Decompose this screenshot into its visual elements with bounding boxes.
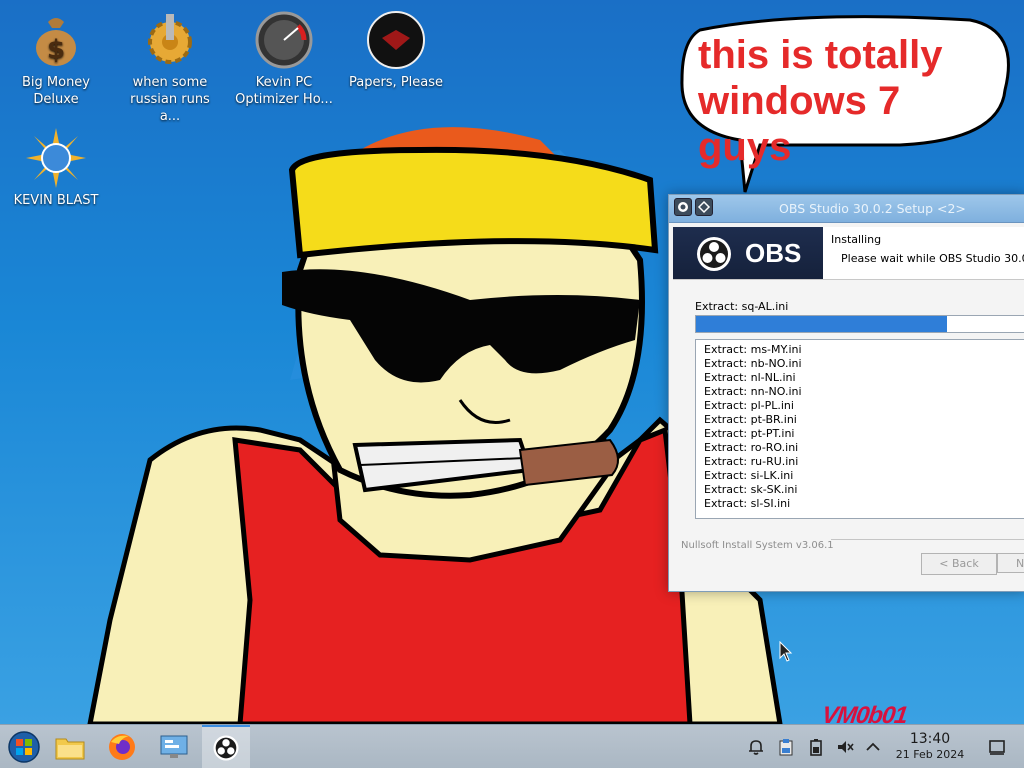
install-log-list[interactable]: Extract: ms-MY.ini Extract: nb-NO.ini Extr… (695, 339, 1024, 519)
clock-time[interactable]: 13:40 (880, 731, 980, 747)
money-bag-icon: $ (26, 10, 86, 70)
mouse-cursor-icon (779, 641, 793, 662)
taskbar-obs[interactable] (202, 725, 250, 768)
clock-date[interactable]: 21 Feb 2024 (880, 748, 980, 761)
obs-logo-icon (697, 237, 731, 271)
log-entry: Extract: nn-NO.ini (704, 385, 802, 398)
desktop-icon-papers-please[interactable]: Papers, Please (346, 10, 446, 91)
window-title: OBS Studio 30.0.2 Setup <2> (779, 201, 966, 216)
control-panel-icon (160, 735, 188, 758)
clipboard-icon[interactable] (777, 738, 795, 756)
header-title: Installing (831, 233, 882, 246)
start-button[interactable] (0, 725, 48, 768)
speech-bubble-text: this is totally windows 7 guys (698, 33, 943, 169)
desktop-icon-kevin-pc-optimizer[interactable]: Kevin PC Optimizer Ho... (234, 10, 334, 108)
papers-please-icon (366, 10, 426, 70)
installer-header: OBS Installing Please wait while OBS Stu… (673, 227, 1024, 280)
log-entry: Extract: si-LK.ini (704, 469, 794, 482)
desktop: $ Big Money Deluxe when some russian run… (0, 0, 1024, 724)
current-extract-label: Extract: sq-AL.ini (695, 300, 789, 313)
progress-fill (696, 316, 947, 332)
firefox-icon (109, 734, 135, 760)
start-orb-icon (8, 731, 40, 763)
obs-icon (213, 735, 239, 761)
taskbar-firefox[interactable] (98, 725, 146, 768)
log-entry: Extract: ms-MY.ini (704, 343, 802, 356)
watermark: VM0b01 (820, 702, 909, 724)
log-entry: Extract: sk-SK.ini (704, 483, 798, 496)
notifications-icon[interactable] (747, 738, 765, 756)
show-desktop-icon[interactable] (988, 738, 1006, 756)
back-button[interactable]: < Back (921, 553, 997, 575)
log-entry: Extract: pl-PL.ini (704, 399, 794, 412)
install-progress-bar (695, 315, 1024, 333)
log-entry: Extract: sl-SI.ini (704, 497, 791, 510)
obs-logo-text: OBS (745, 238, 802, 268)
desktop-icon-big-money-deluxe[interactable]: $ Big Money Deluxe (6, 10, 106, 108)
file-manager-icon (55, 738, 85, 760)
keep-above-icon[interactable] (695, 198, 713, 216)
nsis-branding-text: Nullsoft Install System v3.06.1 (681, 540, 840, 551)
volume-muted-icon[interactable] (836, 738, 854, 756)
log-entry: Extract: ro-RO.ini (704, 441, 799, 454)
obs-setup-window[interactable]: OBS Studio 30.0.2 Setup <2> OBS Installi… (668, 194, 1024, 592)
log-entry: Extract: ru-RU.ini (704, 455, 799, 468)
window-menu-icon[interactable] (674, 198, 692, 216)
header-subtitle: Please wait while OBS Studio 30.0.2 is (841, 252, 1024, 265)
log-entry: Extract: nb-NO.ini (704, 357, 802, 370)
svg-text:$: $ (47, 35, 65, 65)
window-titlebar[interactable]: OBS Studio 30.0.2 Setup <2> (669, 195, 1024, 223)
desktop-icon-kevin-blast[interactable]: KEVIN BLAST (6, 128, 106, 209)
log-entry: Extract: nl-NL.ini (704, 371, 796, 384)
sun-globe-icon (26, 128, 86, 188)
battery-icon[interactable] (807, 738, 825, 756)
desktop-icon-russian-runs[interactable]: when some russian runs a... (120, 10, 220, 125)
taskbar-file-manager[interactable] (46, 725, 94, 768)
gear-icon (140, 10, 200, 70)
log-entry: Extract: pt-BR.ini (704, 413, 797, 426)
taskbar-control-panel[interactable] (150, 725, 198, 768)
taskbar (0, 724, 1024, 768)
next-button[interactable]: N (997, 553, 1024, 573)
nsis-branding: Nullsoft Install System v3.06.1 (681, 533, 1024, 551)
obs-banner: OBS (673, 227, 823, 279)
speedometer-icon (254, 10, 314, 70)
divider (831, 539, 1024, 540)
log-entry: Extract: pt-PT.ini (704, 427, 795, 440)
